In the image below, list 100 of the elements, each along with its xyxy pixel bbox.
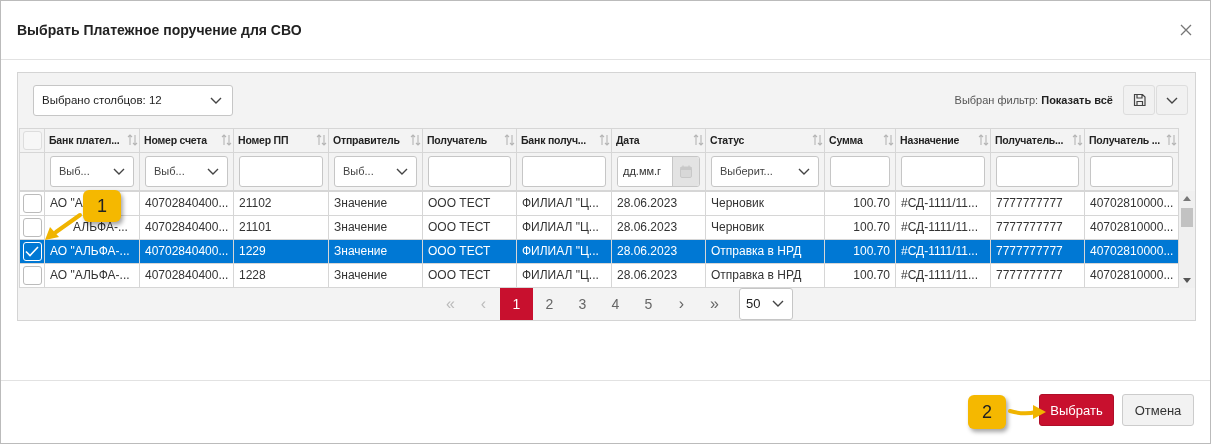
sort-icon <box>812 133 823 148</box>
check-icon <box>25 245 39 257</box>
table-cell: 40702840400... <box>139 263 234 288</box>
table-cell: Отправка в НРД <box>705 239 825 264</box>
table-cell: АО "АЛЬФА-... <box>44 263 140 288</box>
table-cell: 40702810000... <box>1084 191 1179 216</box>
filter-field[interactable] <box>830 155 890 187</box>
page-button[interactable]: 4 <box>599 287 632 320</box>
table-cell: 100.70 <box>824 263 896 288</box>
table-cell: #СД-1111/11... <box>895 263 991 288</box>
filter-dropdown[interactable]: Выб... <box>145 155 228 187</box>
last-page-button[interactable]: » <box>698 287 731 320</box>
table-cell: 100.70 <box>824 191 896 216</box>
chevron-down-icon <box>207 167 219 175</box>
table-row[interactable]: АО "АЛЬФА-... 40702840400... 1228 Значение ООО ТЕСТ ФИЛИАЛ "Ц... 28.06.2023 Отправка в НРД 100.70 #СД-1111/11... 7777777777 40702810000... <box>19 263 1179 288</box>
table-cell: 21102 <box>233 191 329 216</box>
table-cell: АО "АЛЬФА-... <box>44 239 140 264</box>
sort-icon <box>1072 133 1083 148</box>
table-cell: 40702840400... <box>139 215 234 240</box>
table-cell: ООО ТЕСТ <box>422 191 517 216</box>
table-cell: ФИЛИАЛ "Ц... <box>516 191 612 216</box>
table-cell: Значение <box>328 263 423 288</box>
table-cell: 7777777777 <box>990 191 1085 216</box>
select-button[interactable]: Выбрать <box>1039 394 1114 426</box>
table-cell: Значение <box>328 215 423 240</box>
table-cell: ФИЛИАЛ "Ц... <box>516 263 612 288</box>
row-checkbox[interactable] <box>22 217 42 237</box>
page-size-dropdown[interactable]: 50 <box>739 287 793 320</box>
table-cell: Отправка в НРД <box>705 263 825 288</box>
columns-dropdown[interactable]: Выбрано столбцов: 12 <box>33 84 233 116</box>
scroll-down-icon <box>1183 277 1191 283</box>
sort-icon <box>1166 133 1177 148</box>
save-filter-button[interactable] <box>1123 85 1155 116</box>
save-icon <box>1132 93 1146 108</box>
filter-field[interactable] <box>239 155 323 187</box>
sort-icon <box>221 133 232 148</box>
filter-field[interactable] <box>522 155 606 187</box>
table-row[interactable]: АО "АЛЬФА-... 40702840400... 1229 Значение ООО ТЕСТ ФИЛИАЛ "Ц... 28.06.2023 Отправка в НРД 100.70 #СД-1111/11... 7777777777 40702810000... <box>19 239 1179 264</box>
filter-field[interactable] <box>428 155 511 187</box>
table-cell: Черновик <box>705 215 825 240</box>
page-button[interactable]: 2 <box>533 287 566 320</box>
filter-field[interactable] <box>996 155 1079 187</box>
sort-icon <box>883 133 894 148</box>
next-page-button[interactable]: › <box>665 287 698 320</box>
table-cell: 40702840400... <box>139 239 234 264</box>
sort-icon <box>599 133 610 148</box>
table-cell: 40702810000... <box>1084 239 1179 264</box>
chevron-down-icon <box>772 300 784 308</box>
sort-icon <box>316 133 327 148</box>
scrollbar-thumb[interactable] <box>1181 207 1193 227</box>
close-icon <box>1180 24 1192 36</box>
table-cell: ООО ТЕСТ <box>422 263 517 288</box>
table-cell: ФИЛИАЛ "Ц... <box>516 239 612 264</box>
chevron-down-icon <box>113 167 125 175</box>
table-row[interactable]: АЛЬФА-... 40702840400... 21101 Значение ООО ТЕСТ ФИЛИАЛ "Ц... 28.06.2023 Черновик 100.70 #СД-1111/11... 7777777777 40702810000... <box>19 215 1179 240</box>
row-checkbox[interactable] <box>22 193 42 213</box>
sort-icon <box>504 133 515 148</box>
date-filter-field[interactable]: дд.мм.г <box>617 155 700 187</box>
table-cell: Черновик <box>705 191 825 216</box>
scroll-up-icon <box>1183 195 1191 201</box>
table-cell: 28.06.2023 <box>611 239 706 264</box>
page-button[interactable]: 1 <box>500 287 533 320</box>
row-checkbox[interactable] <box>22 265 42 285</box>
filter-dropdown[interactable]: Выберит... <box>711 155 819 187</box>
filter-status: Выбран фильтр: Показать всё <box>954 94 1113 107</box>
table-cell: #СД-1111/11... <box>895 215 991 240</box>
sort-icon <box>410 133 421 148</box>
table-cell: #СД-1111/11... <box>895 239 991 264</box>
sort-icon <box>127 133 138 148</box>
filter-dropdown[interactable]: Выб... <box>334 155 417 187</box>
table-cell: 40702840400... <box>139 191 234 216</box>
cancel-button[interactable]: Отмена <box>1122 394 1194 426</box>
table-cell: 7777777777 <box>990 263 1085 288</box>
table-cell: 40702810000... <box>1084 215 1179 240</box>
filter-field[interactable] <box>1090 155 1173 187</box>
filter-field[interactable] <box>901 155 985 187</box>
chevron-down-icon <box>210 96 222 104</box>
callout-badge: 2 <box>968 395 1006 429</box>
close-button[interactable] <box>1178 22 1194 38</box>
table-cell: 1228 <box>233 263 329 288</box>
chevron-down-icon <box>1166 96 1178 104</box>
table-cell: 28.06.2023 <box>611 263 706 288</box>
table-cell: ООО ТЕСТ <box>422 239 517 264</box>
select-all-checkbox[interactable] <box>22 130 42 150</box>
filter-dropdown[interactable]: Выб... <box>50 155 134 187</box>
table-cell: 40702810000... <box>1084 263 1179 288</box>
calendar-icon <box>680 164 692 178</box>
table-cell: ООО ТЕСТ <box>422 215 517 240</box>
callout-arrow <box>1008 403 1048 421</box>
table-cell: 28.06.2023 <box>611 191 706 216</box>
page-button[interactable]: 5 <box>632 287 665 320</box>
page-button[interactable]: 3 <box>566 287 599 320</box>
table-cell: 7777777777 <box>990 239 1085 264</box>
callout-badge: 1 <box>83 190 121 222</box>
table-cell: Значение <box>328 239 423 264</box>
table-cell: #СД-1111/11... <box>895 191 991 216</box>
table-cell: 100.70 <box>824 239 896 264</box>
chevron-down-icon <box>396 167 408 175</box>
table-cell: Значение <box>328 191 423 216</box>
sort-icon <box>978 133 989 148</box>
